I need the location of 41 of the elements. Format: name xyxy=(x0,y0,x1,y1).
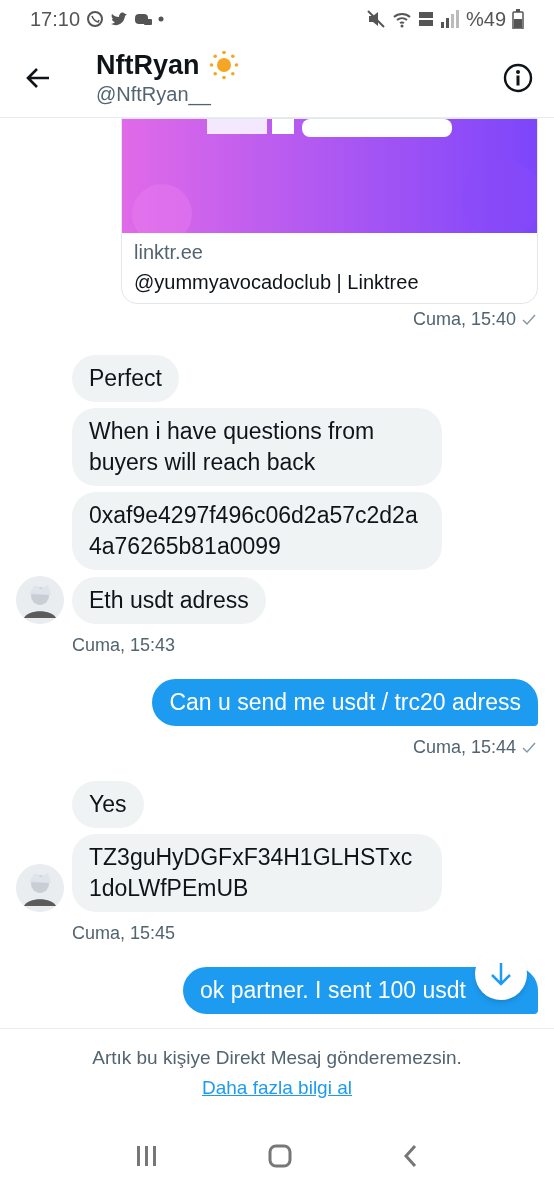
message-time: Cuma, 15:43 xyxy=(72,634,176,657)
message-bubble: Eth usdt adress xyxy=(72,577,266,624)
battery-percent: %49 xyxy=(465,7,506,32)
recent-apps-icon xyxy=(135,1144,157,1168)
recent-apps-button[interactable] xyxy=(135,1144,157,1168)
message-bubble: ok partner. I sent 100 usdt xyxy=(183,967,538,1014)
sent-check-icon xyxy=(522,313,536,326)
message-bubble: TZ3guHyDGFxF34H1GLHSTxc1doLWfPEmUB xyxy=(72,834,442,912)
link-card[interactable]: linktr.ee @yummyavocadoclub | Linktree xyxy=(121,118,538,304)
notification-dot-icon xyxy=(158,16,165,22)
message-bubble: Yes xyxy=(72,781,144,828)
message-time: Cuma, 15:44 xyxy=(412,736,516,759)
link-domain: linktr.ee xyxy=(134,240,204,265)
message-time: Cuma, 15:45 xyxy=(72,922,176,945)
message-time: Cuma, 15:40 xyxy=(412,308,516,331)
signal-icon xyxy=(439,10,460,28)
nav-back-button[interactable] xyxy=(402,1144,419,1168)
blocked-notice: Artık bu kişiye Direkt Mesaj gönderemezsin. Daha fazla bilgi al xyxy=(91,1046,463,1100)
home-icon xyxy=(267,1144,292,1168)
sent-check-icon xyxy=(522,741,536,754)
contact-name: NftRyan xyxy=(96,48,200,81)
message-bubble: Perfect xyxy=(72,355,179,402)
message-bubble: When i have questions from buyers will reach back xyxy=(72,408,442,486)
mute-icon xyxy=(365,9,386,29)
status-time: 17:10 xyxy=(30,7,81,32)
wifi-icon xyxy=(391,10,412,28)
arrow-down-icon xyxy=(490,961,512,987)
chat-app-icon xyxy=(86,10,105,28)
message-bubble: 0xaf9e4297f496c06d2a57c2d2a4a76265b81a0099 xyxy=(72,492,442,570)
avatar-icon xyxy=(16,864,64,912)
message-bubble: Can u send me usdt / trc20 adress xyxy=(152,679,538,726)
home-button[interactable] xyxy=(267,1144,292,1168)
contact-handle: @NftRyan__ xyxy=(96,81,212,107)
avatar-icon xyxy=(16,576,64,624)
nav-back-icon xyxy=(402,1144,419,1168)
sun-icon xyxy=(207,48,240,81)
bird-icon xyxy=(110,11,129,27)
info-icon xyxy=(503,62,533,93)
battery-icon xyxy=(512,9,524,29)
scroll-down-button[interactable] xyxy=(475,948,527,1000)
link-title: @yummyavocadoclub | Linktree xyxy=(134,270,420,295)
